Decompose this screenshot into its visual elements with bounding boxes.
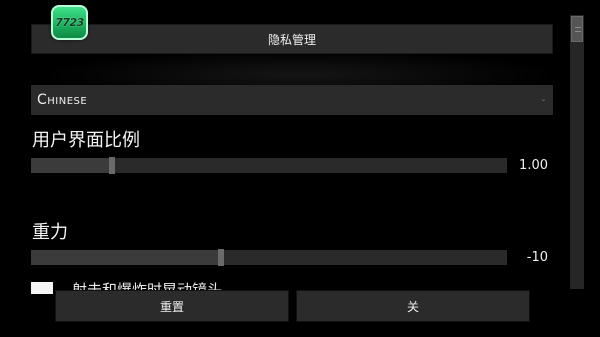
language-dropdown[interactable]: Chinese ⌄	[31, 85, 553, 115]
ui-scale-label: 用户界面比例	[32, 130, 140, 151]
language-selected-value: Chinese	[37, 92, 88, 108]
app-logo-text: 7723	[55, 16, 84, 29]
scrollbar-thumb[interactable]	[571, 16, 583, 42]
app-logo: 7723	[51, 5, 88, 40]
gravity-value: -10	[526, 250, 548, 265]
gravity-slider-fill	[31, 250, 221, 265]
ui-scale-slider-fill	[31, 158, 112, 173]
ui-scale-slider-handle[interactable]	[109, 157, 115, 174]
close-button[interactable]: 关	[296, 290, 530, 322]
reset-button[interactable]: 重置	[55, 290, 289, 322]
vertical-scrollbar[interactable]	[570, 15, 584, 289]
camera-shake-checkbox[interactable]	[31, 282, 53, 294]
privacy-management-label: 隐私管理	[267, 32, 316, 47]
gravity-label: 重力	[32, 222, 68, 243]
gravity-slider[interactable]	[31, 249, 507, 266]
privacy-management-button[interactable]: 隐私管理	[31, 24, 553, 54]
close-button-label: 关	[406, 299, 419, 314]
ui-scale-value: 1.00	[519, 158, 548, 173]
gravity-slider-handle[interactable]	[218, 249, 224, 266]
dropdown-arrow-icon: ⌄	[540, 95, 547, 103]
ui-scale-slider[interactable]	[31, 157, 507, 174]
reset-button-label: 重置	[159, 299, 184, 314]
